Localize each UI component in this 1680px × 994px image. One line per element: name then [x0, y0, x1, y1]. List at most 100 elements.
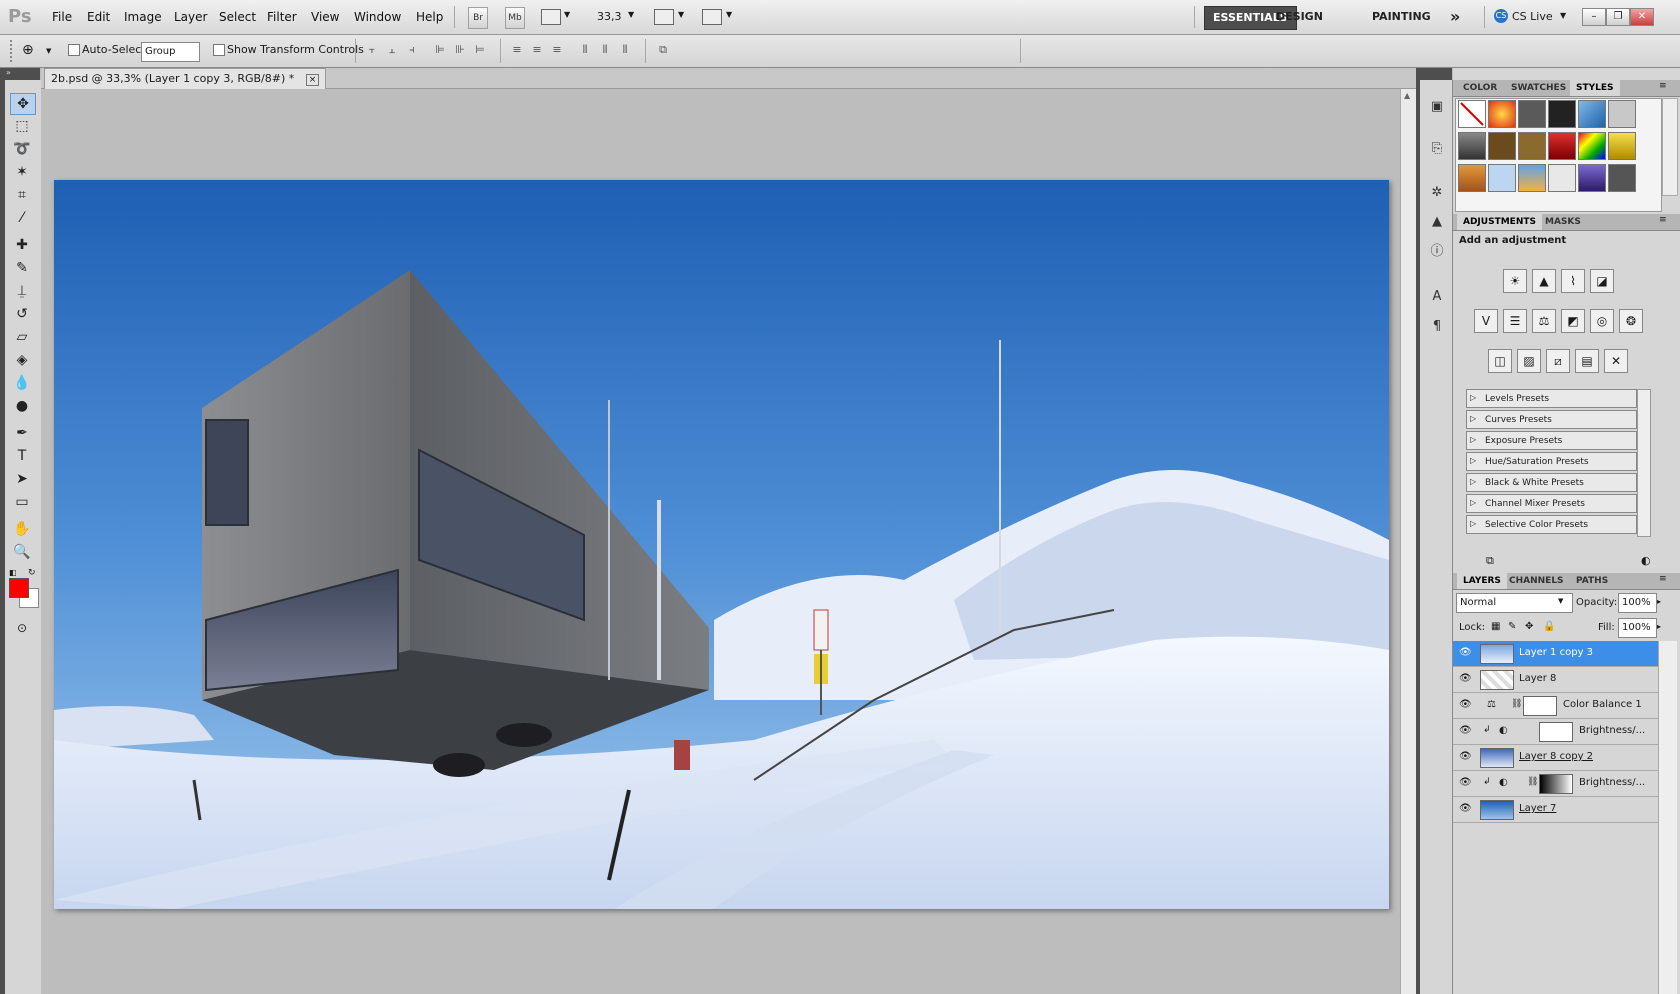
style-swatch[interactable] [1488, 100, 1516, 128]
restore-button[interactable]: ❐ [1606, 8, 1630, 26]
style-swatch[interactable] [1608, 164, 1636, 192]
channel-mixer-icon[interactable]: ❂ [1619, 309, 1643, 333]
brightness-contrast-icon[interactable]: ☀ [1503, 269, 1527, 293]
tab-channels[interactable]: CHANNELS [1503, 573, 1570, 589]
distribute-bottom-icon[interactable]: ≡ [550, 43, 564, 57]
lock-image-icon[interactable]: ✎ [1508, 621, 1516, 632]
eye-icon[interactable]: 👁 [1459, 699, 1472, 711]
style-swatch[interactable] [1518, 100, 1546, 128]
quick-select-tool-icon[interactable]: ✶ [10, 162, 34, 182]
crop-tool-icon[interactable]: ⌗ [10, 185, 34, 205]
close-icon[interactable]: ✕ [1630, 8, 1654, 26]
preset-black-white[interactable]: Black & White Presets [1466, 473, 1637, 492]
distribute-left-icon[interactable]: ⦀ [578, 43, 592, 57]
selective-color-icon[interactable]: ✕ [1604, 349, 1628, 373]
tab-paths[interactable]: PATHS [1570, 573, 1614, 589]
style-swatch[interactable] [1488, 132, 1516, 160]
align-vcenter-icon[interactable]: ⫠ [385, 43, 399, 57]
info-icon[interactable]: ⓘ [1427, 242, 1447, 262]
layer-row[interactable]: 👁 ↲ ◐ Brightness/... [1453, 719, 1658, 745]
threshold-icon[interactable]: ⧄ [1546, 349, 1570, 373]
default-colors-icon[interactable]: ◧ [9, 568, 17, 577]
panel-menu-icon[interactable]: ≡ [1659, 215, 1667, 225]
menu-edit[interactable]: Edit [87, 10, 110, 24]
document-tab[interactable]: 2b.psd @ 33,3% (Layer 1 copy 3, RGB/8#) … [44, 68, 327, 89]
distribute-top-icon[interactable]: ≡ [510, 43, 524, 57]
path-select-tool-icon[interactable]: ➤ [10, 469, 34, 489]
eye-icon[interactable]: 👁 [1459, 777, 1472, 789]
visibility-toggle-icon[interactable]: ◐ [1641, 554, 1651, 567]
distribute-hcenter-icon[interactable]: ⦀ [598, 43, 612, 57]
expand-triangle-icon[interactable]: ▷ [1470, 414, 1476, 423]
preset-levels[interactable]: Levels Presets [1466, 389, 1637, 408]
vertical-scrollbar[interactable]: ▲ [1400, 89, 1417, 994]
zoom-tool-icon[interactable]: 🔍 [10, 542, 34, 562]
grip-handle[interactable] [10, 40, 16, 62]
posterize-icon[interactable]: ▨ [1517, 349, 1541, 373]
history-brush-tool-icon[interactable]: ↺ [10, 304, 34, 324]
healing-brush-tool-icon[interactable]: ✚ [10, 235, 34, 255]
document-image[interactable] [54, 180, 1389, 909]
menu-window[interactable]: Window [354, 10, 401, 24]
paint-bucket-tool-icon[interactable]: ◈ [10, 350, 34, 370]
type-tool-icon[interactable]: T [10, 446, 34, 466]
hue-saturation-icon[interactable]: ☰ [1503, 309, 1527, 333]
exposure-icon[interactable]: ◪ [1590, 269, 1614, 293]
fill-field[interactable]: 100% [1618, 618, 1657, 638]
menu-layer[interactable]: Layer [174, 10, 207, 24]
layer-row[interactable]: 👁 Layer 8 [1453, 667, 1658, 693]
blend-mode-dropdown[interactable]: Normal [1456, 593, 1573, 613]
style-swatch[interactable] [1578, 164, 1606, 192]
histogram-icon[interactable]: ▲ [1427, 212, 1447, 232]
tab-swatches[interactable]: SWATCHES [1505, 80, 1572, 96]
presets-scrollbar[interactable] [1637, 389, 1651, 537]
layer-row[interactable]: 👁 Layer 7 [1453, 797, 1658, 823]
bridge-button[interactable]: Br [468, 7, 488, 29]
preset-hue-saturation[interactable]: Hue/Saturation Presets [1466, 452, 1637, 471]
tab-adjustments[interactable]: ADJUSTMENTS [1457, 214, 1542, 230]
eye-icon[interactable]: 👁 [1459, 725, 1472, 737]
workspace-painting[interactable]: PAINTING [1364, 6, 1439, 28]
lock-transparent-icon[interactable]: ▦ [1491, 621, 1500, 632]
pen-tool-icon[interactable]: ✒ [10, 423, 34, 443]
collapse-icon[interactable]: » [6, 68, 11, 77]
style-swatch[interactable] [1518, 132, 1546, 160]
style-swatch[interactable] [1578, 100, 1606, 128]
zoom-level[interactable]: 33,3 [597, 10, 622, 23]
screen-mode-icon[interactable] [702, 9, 722, 25]
preset-exposure[interactable]: Exposure Presets [1466, 431, 1637, 450]
menu-image[interactable]: Image [124, 10, 162, 24]
menu-file[interactable]: File [52, 10, 72, 24]
minibridge-icon[interactable]: ▣ [1427, 97, 1447, 117]
align-top-icon[interactable]: ⫟ [365, 43, 379, 57]
style-swatch[interactable] [1458, 132, 1486, 160]
menu-filter[interactable]: Filter [267, 10, 297, 24]
tab-styles[interactable]: STYLES [1570, 80, 1620, 96]
lasso-tool-icon[interactable]: ➰ [10, 139, 34, 159]
quick-mask-icon[interactable]: ⊙ [10, 618, 34, 638]
opacity-field[interactable]: 100% [1618, 593, 1657, 613]
auto-align-layers-icon[interactable]: ⧉ [656, 43, 670, 57]
expand-triangle-icon[interactable]: ▷ [1470, 498, 1476, 507]
style-swatch[interactable] [1488, 164, 1516, 192]
style-none-swatch[interactable] [1458, 100, 1486, 128]
expand-triangle-icon[interactable]: ▷ [1470, 435, 1476, 444]
menu-help[interactable]: Help [416, 10, 443, 24]
tab-color[interactable]: COLOR [1457, 80, 1503, 96]
distribute-right-icon[interactable]: ⦀ [618, 43, 632, 57]
scroll-up-icon[interactable]: ▲ [1404, 91, 1410, 100]
layer-row[interactable]: 👁 ↲ ◐ ⛓ Brightness/... [1453, 771, 1658, 797]
view-extras-icon[interactable] [541, 9, 561, 25]
style-swatch[interactable] [1518, 164, 1546, 192]
brush-tool-icon[interactable]: ✎ [10, 258, 34, 278]
workspace-design[interactable]: DESIGN [1268, 6, 1331, 28]
layer-row[interactable]: 👁 Layer 1 copy 3 [1453, 641, 1658, 667]
layers-scrollbar[interactable] [1658, 641, 1677, 994]
eraser-tool-icon[interactable]: ▱ [10, 327, 34, 347]
align-hcenter-icon[interactable]: ⊪ [453, 43, 467, 57]
invert-icon[interactable]: ◫ [1488, 349, 1512, 373]
style-swatch[interactable] [1548, 100, 1576, 128]
style-swatch[interactable] [1548, 164, 1576, 192]
vibrance-icon[interactable]: V [1474, 309, 1498, 333]
hand-tool-icon[interactable]: ✋ [10, 519, 34, 539]
